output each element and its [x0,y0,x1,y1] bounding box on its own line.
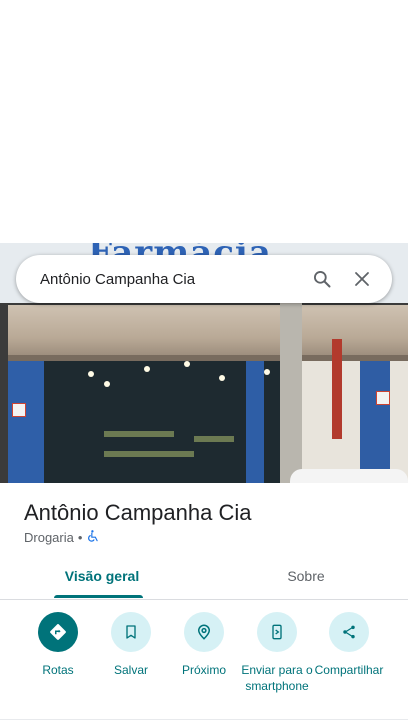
place-subtitle: Drogaria • [24,529,100,546]
directions-icon [38,612,78,652]
separator-dot: • [77,530,83,545]
tab-overview[interactable]: Visão geral [0,558,204,599]
tab-indicator [54,595,143,598]
bookmark-icon [111,612,151,652]
nearby-icon [184,612,224,652]
directions-button[interactable]: Rotas [19,612,97,678]
action-label: Salvar [113,663,148,677]
place-title: Antônio Campanha Cia [24,500,252,525]
map-blank-area [0,0,408,243]
share-icon [329,612,369,652]
search-bar [16,255,392,303]
share-button[interactable]: Compartilhar [310,612,388,678]
action-label: Compartilhar [314,663,384,677]
tab-bar: Visão geral Sobre [0,558,408,600]
action-label: Próximo [181,663,226,677]
action-label: Enviar para o smartphone [241,663,313,693]
photo-pillar [8,361,44,483]
photo-door [332,339,342,439]
action-bar: Rotas Salvar Próximo Enviar para o smart… [0,612,408,712]
search-input[interactable] [40,270,302,288]
photo-door [360,361,390,473]
nearby-button[interactable]: Próximo [165,612,243,678]
search-icon[interactable] [302,259,342,299]
place-category[interactable]: Drogaria [24,530,74,545]
save-button[interactable]: Salvar [92,612,170,678]
photo-wall [300,361,408,483]
photo-pole [280,283,302,483]
wheelchair-icon [86,529,100,546]
close-icon[interactable] [342,259,382,299]
photo-awning [8,305,408,365]
send-to-phone-button[interactable]: Enviar para o smartphone [238,612,316,694]
photo-pillar [246,361,264,483]
photo-car [290,469,408,483]
action-label: Rotas [42,663,74,677]
photo-sticker [12,403,26,417]
photo-sticker [376,391,390,405]
divider [0,719,408,720]
tab-about[interactable]: Sobre [204,558,408,599]
send-to-phone-icon [257,612,297,652]
